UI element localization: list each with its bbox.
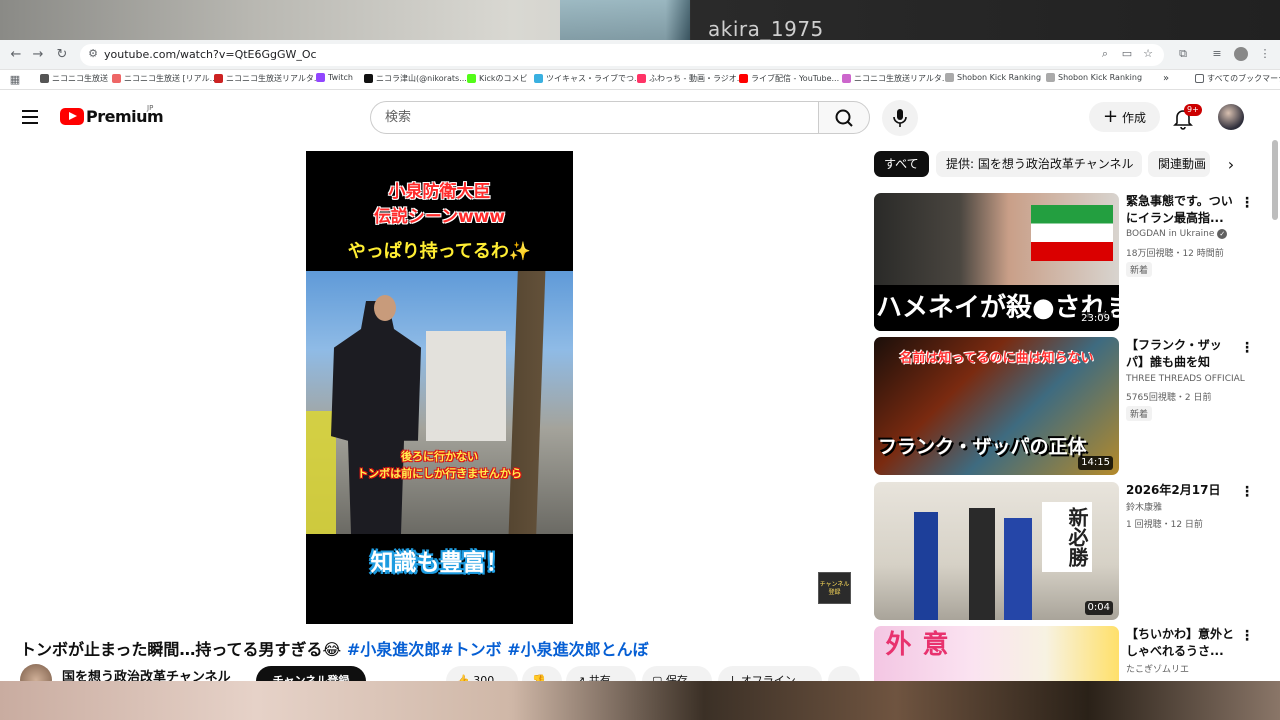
recommendation-title[interactable]: 緊急事態です。ついにイラン最高指... <box>1126 193 1234 227</box>
create-button[interactable]: + 作成 <box>1089 102 1160 132</box>
search-input[interactable]: 検索 <box>370 101 818 134</box>
video-overlay-line3: やっぱり持ってるわ✨ <box>347 241 532 262</box>
reading-list-icon[interactable]: ≡ <box>1210 47 1224 61</box>
video-caption-1: 後ろに行かない <box>401 450 478 463</box>
search-button[interactable] <box>818 101 870 134</box>
video-player[interactable]: 小泉防衛大臣 伝説シーンwww やっぱり持ってるわ✨ 後ろに行かない トンボは前… <box>306 151 573 624</box>
notification-badge: 9+ <box>1184 104 1202 116</box>
menu-icon[interactable] <box>22 110 38 124</box>
recommendation-meta: 5765回視聴・2 日前 <box>1126 393 1212 403</box>
browser-menu-icon[interactable]: ⋮ <box>1258 47 1272 61</box>
bookmark-item[interactable]: ふわっち - 動画・ラジオ... <box>637 73 744 84</box>
bookmark-item[interactable]: Shobon Kick Ranking <box>945 73 1041 82</box>
forward-icon[interactable]: → <box>30 47 46 63</box>
recommendation-thumbnail[interactable]: 意外 <box>874 626 1119 681</box>
extensions-icon[interactable]: ⧉ <box>1176 47 1190 61</box>
new-badge: 新着 <box>1126 406 1153 421</box>
recommendation-title[interactable]: 【ちいかわ】意外としゃべれるうさ... <box>1126 626 1234 660</box>
site-info-icon[interactable]: ⚙ <box>86 47 100 61</box>
video-caption-2: トンボは前にしか行きませんから <box>357 467 522 480</box>
thumbnail-text-bottom: フランク・ザッパの正体 <box>878 436 1087 458</box>
bookmark-item[interactable]: ニコラ津山(@nikorats... <box>364 73 467 84</box>
cast-icon[interactable]: ▭ <box>1120 47 1134 61</box>
video-duration: 0:04 <box>1084 601 1113 615</box>
streamer-name: akira_1975 <box>708 17 824 41</box>
bookmark-item[interactable]: Kickのコメビ <box>467 73 528 84</box>
search-icon <box>835 109 853 127</box>
video-overlay-line2: 伝説シーンwww <box>373 207 506 227</box>
thumbnail-text: 新必勝 <box>1042 502 1092 572</box>
stream-camera-foreground <box>0 681 1280 720</box>
recommendation-channel[interactable]: たこぎゾムリエ <box>1126 662 1189 675</box>
chip-related[interactable]: 関連動画 <box>1148 151 1210 177</box>
bookmark-item[interactable]: Twitch <box>316 73 353 82</box>
bookmark-star-icon[interactable]: ☆ <box>1141 47 1155 61</box>
brand-region: JP <box>147 104 154 112</box>
recommendation-title[interactable]: 【フランク・ザッパ】誰も曲を知ら... <box>1126 337 1234 371</box>
account-avatar[interactable] <box>1218 104 1244 130</box>
plus-icon: + <box>1102 106 1119 127</box>
bookmarks-overflow[interactable]: » <box>1163 73 1169 84</box>
more-options-icon[interactable]: ⋮ <box>1240 340 1254 356</box>
recommendation-meta: 18万回視聴・12 時間前 <box>1126 249 1224 259</box>
recommendation-title[interactable]: 2026年2月17日 <box>1126 482 1234 499</box>
more-options-icon[interactable]: ⋮ <box>1240 484 1254 500</box>
url-text[interactable]: youtube.com/watch?v=QtE6GgGW_Oc <box>104 48 317 61</box>
back-icon[interactable]: ← <box>8 47 24 63</box>
video-overlay-line1: 小泉防衛大臣 <box>388 182 491 202</box>
video-title: トンボが止まった瞬間…持ってる男すぎる😂 #小泉進次郎#トンボ #小泉進次郎とん… <box>20 640 649 659</box>
apps-icon[interactable]: ▦ <box>8 73 22 87</box>
bookmark-item[interactable]: ニコニコ生放送 [リアル... <box>112 73 217 84</box>
bookmark-item[interactable]: ライブ配信 - YouTube... <box>739 73 839 84</box>
zoom-icon[interactable]: ⌕ <box>1098 47 1112 61</box>
chevron-right-icon[interactable]: › <box>1218 155 1244 175</box>
recommendation-thumbnail[interactable]: ハメネイが殺●されました 23:09 <box>874 193 1119 331</box>
recommendation-channel[interactable]: 鈴木康雅 <box>1126 500 1162 513</box>
thumbnail-text-top: 名前は知ってるのに曲は知らない <box>899 351 1094 366</box>
video-overlay-bottom: 知識も豊富！ <box>370 550 509 576</box>
mic-icon <box>893 109 907 127</box>
bookmark-item[interactable]: ニコニコ生放送リアルタ... <box>842 73 950 84</box>
recommendation-channel[interactable]: BOGDAN in Ukraine ✓ <box>1126 229 1228 239</box>
thumbnail-text: 意外 <box>881 630 948 656</box>
bookmark-item[interactable]: ニコニコ生放送 <box>40 73 108 84</box>
more-options-icon[interactable]: ⋮ <box>1240 628 1254 644</box>
new-badge: 新着 <box>1126 262 1153 277</box>
bookmark-item[interactable]: Shobon Kick Ranking <box>1046 73 1142 82</box>
recommendation-channel[interactable]: THREE THREADS OFFICIAL <box>1126 374 1245 384</box>
page-scrollbar[interactable] <box>1272 140 1278 220</box>
video-duration: 23:09 <box>1078 312 1113 326</box>
recommendation-thumbnail[interactable]: 名前は知ってるのに曲は知らない フランク・ザッパの正体 14:15 <box>874 337 1119 475</box>
bookmark-item[interactable]: ニコニコ生放送リアルタ... <box>214 73 322 84</box>
video-frame-scene <box>306 271 573 534</box>
channel-watermark[interactable]: チャンネル登録 <box>818 572 851 604</box>
more-options-icon[interactable]: ⋮ <box>1240 195 1254 211</box>
verified-icon: ✓ <box>1217 229 1228 239</box>
video-duration: 14:15 <box>1078 456 1113 470</box>
chip-all[interactable]: すべて <box>874 151 929 177</box>
all-bookmarks-folder[interactable]: すべてのブックマーク <box>1195 73 1280 84</box>
chip-channel[interactable]: 提供: 国を想う政治改革チャンネル <box>936 151 1142 177</box>
reload-icon[interactable]: ↻ <box>54 47 70 63</box>
bookmark-item[interactable]: ツイキャス・ライブでつ... <box>534 73 642 84</box>
voice-search-button[interactable] <box>882 100 918 136</box>
profile-icon[interactable] <box>1234 47 1248 61</box>
video-hashtags[interactable]: #小泉進次郎#トンボ #小泉進次郎とんぼ <box>347 640 649 659</box>
youtube-logo-icon[interactable] <box>60 108 84 125</box>
recommendation-thumbnail[interactable]: 新必勝 0:04 <box>874 482 1119 620</box>
recommendation-meta: 1 回視聴・12 日前 <box>1126 520 1203 530</box>
stream-camera-background <box>0 0 1280 40</box>
